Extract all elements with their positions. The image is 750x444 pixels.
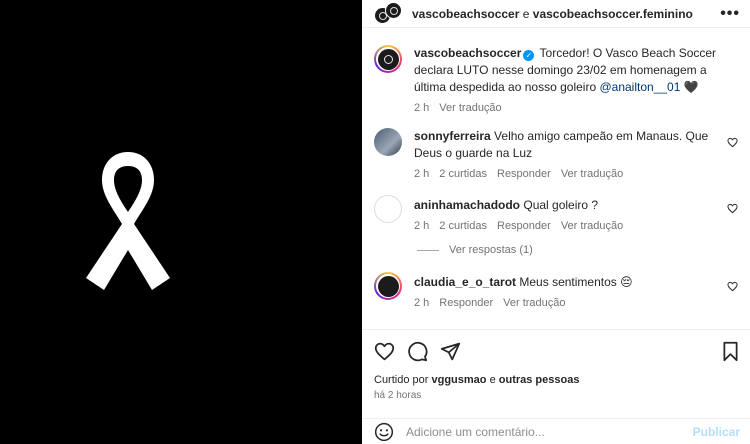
avatar[interactable] [374,45,402,73]
mourning-ribbon-icon [86,152,170,290]
heart-icon[interactable] [374,341,395,362]
likes-count[interactable]: 2 curtidas [439,220,487,232]
account-link[interactable]: vascobeachsoccer.feminino [533,7,693,21]
comments-list[interactable]: vascobeachsoccer ✓ Torcedor! O Vasco Beac… [362,29,750,329]
username-link[interactable]: aninhamachadodo [414,198,520,212]
liked-by[interactable]: Curtido por vggusmao e outras pessoas [374,374,579,386]
comment-body: Qual goleiro ? [523,198,599,212]
avatar[interactable] [374,272,402,300]
timestamp[interactable]: 2 h [414,297,429,309]
black-heart-emoji: 🖤 [683,80,699,94]
comment-item: aninhamachadodo Qual goleiro ? 2 h 2 cur… [374,195,740,232]
heart-icon[interactable] [727,137,738,148]
comment-meta: 2 h Responder Ver tradução [414,297,633,309]
heart-icon[interactable] [727,203,738,214]
comment-text: claudia_e_o_tarot Meus sentimentos 😔 [414,274,633,291]
share-icon[interactable] [440,341,461,362]
others-link[interactable]: outras pessoas [499,374,580,386]
liked-prefix: Curtido por [374,374,429,386]
username-link[interactable]: vascobeachsoccer [414,46,521,60]
reply-button[interactable]: Responder [497,168,551,180]
mention-link[interactable]: @anailton__01 [599,80,680,94]
post-timestamp[interactable]: há 2 horas [374,390,421,401]
more-horizontal-icon[interactable]: ••• [720,5,740,23]
comment-meta: 2 h 2 curtidas Responder Ver tradução [414,220,623,232]
comment-item: claudia_e_o_tarot Meus sentimentos 😔 2 h… [374,272,740,309]
username-link[interactable]: claudia_e_o_tarot [414,275,516,289]
reply-button[interactable]: Responder [439,297,493,309]
translate-link[interactable]: Ver tradução [561,168,623,180]
action-bar [374,340,740,362]
view-replies-label: Ver respostas (1) [449,244,533,256]
avatar [385,1,402,19]
bookmark-icon[interactable] [721,341,740,362]
account-link[interactable]: vascobeachsoccer [412,7,519,21]
details-panel: vascobeachsoccer e vascobeachsoccer.femi… [362,0,750,444]
publish-button[interactable]: Publicar [693,425,740,439]
username-link[interactable]: sonnyferreira [414,129,491,143]
collab-accounts: vascobeachsoccer e vascobeachsoccer.femi… [412,7,720,21]
translate-link[interactable]: Ver tradução [439,102,501,114]
caption: vascobeachsoccer ✓ Torcedor! O Vasco Beac… [374,45,740,114]
view-replies-button[interactable]: Ver respostas (1) [417,244,533,256]
translate-link[interactable]: Ver tradução [503,297,565,309]
divider [362,329,750,330]
caption-meta: 2 h Ver tradução [414,102,740,114]
verified-badge-icon: ✓ [523,50,535,61]
post-header: vascobeachsoccer e vascobeachsoccer.femi… [362,0,750,28]
comment-composer: Publicar [362,418,750,444]
comment-input[interactable] [406,424,693,439]
translate-link[interactable]: Ver tradução [561,220,623,232]
avatar[interactable] [374,195,402,223]
comment-text: aninhamachadodo Qual goleiro ? [414,197,623,214]
emoji-icon[interactable] [374,422,394,442]
avatar[interactable] [374,128,402,156]
timestamp[interactable]: 2 h [414,220,429,232]
post-modal: vascobeachsoccer e vascobeachsoccer.femi… [0,0,750,444]
caption-text: vascobeachsoccer ✓ Torcedor! O Vasco Beac… [414,45,740,96]
comment-body: Meus sentimentos 😔 [519,275,633,289]
reply-button[interactable]: Responder [497,220,551,232]
heart-icon[interactable] [727,281,738,292]
likes-count[interactable]: 2 curtidas [439,168,487,180]
collab-avatars[interactable] [374,1,404,26]
post-image[interactable] [0,0,362,444]
comment-item: sonnyferreira Velho amigo campeão em Man… [374,128,740,180]
divider [417,249,439,251]
username-link[interactable]: vggusmao [431,374,486,386]
separator-text: e [522,6,530,21]
comment-meta: 2 h 2 curtidas Responder Ver tradução [414,168,718,180]
comment-text: sonnyferreira Velho amigo campeão em Man… [414,128,718,162]
timestamp[interactable]: 2 h [414,168,429,180]
liked-conj: e [489,374,496,386]
comment-icon[interactable] [407,341,428,362]
timestamp[interactable]: 2 h [414,102,429,114]
